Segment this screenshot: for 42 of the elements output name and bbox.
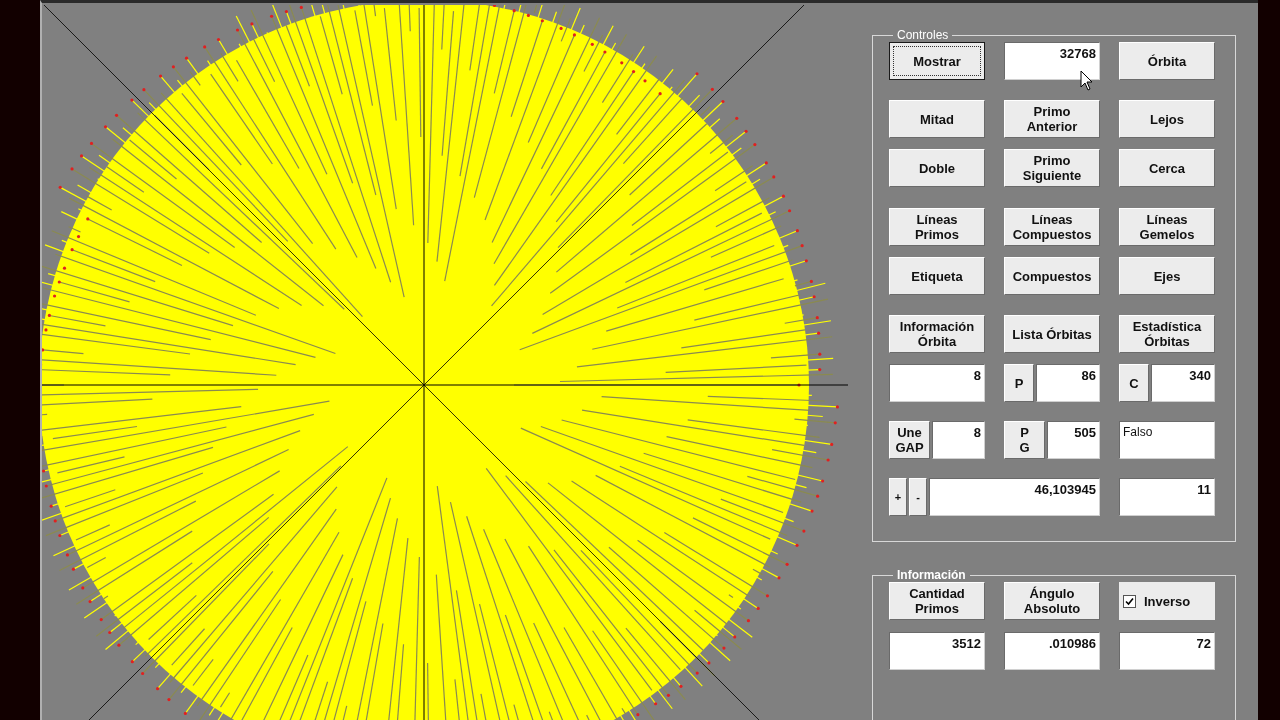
value-field[interactable]: 8 [932,421,985,459]
command-button[interactable]: Cantidad Primos [889,582,985,620]
command-button[interactable]: Líneas Gemelos [1119,208,1215,246]
value-field[interactable]: 32768 [1004,42,1100,80]
label-button[interactable]: C [1119,364,1149,402]
command-button[interactable]: Órbita [1119,42,1215,80]
command-button[interactable]: Cerca [1119,149,1215,187]
command-button[interactable]: Estadística Órbitas [1119,315,1215,353]
command-button[interactable]: Doble [889,149,985,187]
group-title: Información [896,568,967,582]
mouse-pointer-icon [1080,70,1094,92]
value-field[interactable]: .010986 [1004,632,1100,670]
command-button[interactable]: Líneas Compuestos [1004,208,1100,246]
command-button[interactable]: Etiqueta [889,257,985,295]
command-button[interactable]: Mitad [889,100,985,138]
value-field[interactable]: 340 [1151,364,1215,402]
command-button[interactable]: Primo Siguiente [1004,149,1100,187]
label-button[interactable]: Une GAP [889,421,930,459]
checkbox[interactable] [1123,594,1136,608]
label-button[interactable]: P G [1004,421,1045,459]
value-field[interactable]: 8 [889,364,985,402]
value-field[interactable]: Falso [1119,421,1215,459]
value-field[interactable]: 86 [1036,364,1100,402]
command-button[interactable]: Compuestos [1004,257,1100,295]
label-button[interactable]: P [1004,364,1034,402]
increment-button[interactable]: + [889,478,907,516]
command-button[interactable]: Ángulo Absoluto [1004,582,1100,620]
command-button[interactable]: Información Órbita [889,315,985,353]
command-button[interactable]: Ejes [1119,257,1215,295]
value-field[interactable]: 46,103945 [929,478,1100,516]
command-button[interactable]: Primo Anterior [1004,100,1100,138]
value-field[interactable]: 72 [1119,632,1215,670]
value-field[interactable]: 11 [1119,478,1215,516]
value-field[interactable]: 505 [1047,421,1100,459]
command-button[interactable]: Lejos [1119,100,1215,138]
command-button[interactable]: Lista Órbitas [1004,315,1100,353]
command-button[interactable]: Líneas Primos [889,208,985,246]
value-field[interactable]: 3512 [889,632,985,670]
decrement-button[interactable]: - [909,478,927,516]
checkbox-label: Inverso [1144,593,1191,609]
command-button[interactable]: Mostrar [889,42,985,80]
group-title: Controles [896,28,950,42]
